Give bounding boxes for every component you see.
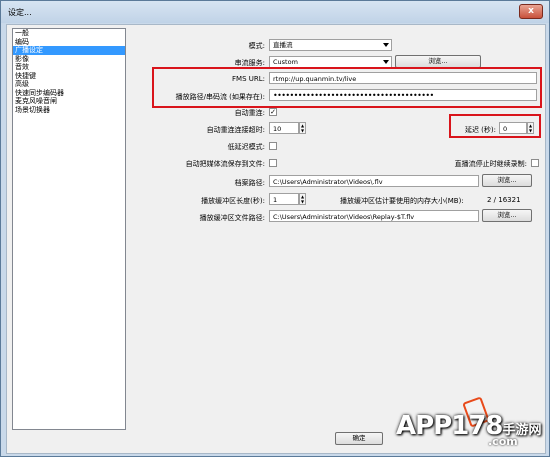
replay-path-input[interactable]: C:\Users\Administrator\Videos\Replay-$T.…: [269, 210, 479, 222]
keep-recording-label: 直播流停止时继续录制:: [454, 160, 527, 168]
client-area: 一般 编码 广播设定 影像 音效 快捷键 高级 快速同步编码器 麦克风噪音闸 场…: [6, 24, 546, 454]
sidebar-item-general[interactable]: 一般: [13, 29, 125, 38]
archive-browse-button[interactable]: 浏览...: [482, 174, 532, 187]
keep-recording-checkbox[interactable]: [531, 159, 539, 167]
service-select-value: Custom: [273, 58, 298, 66]
ok-button[interactable]: 确定: [335, 432, 383, 445]
sidebar-item-encoding[interactable]: 编码: [13, 38, 125, 47]
watermark-main: APP178: [396, 411, 504, 441]
fms-url-input[interactable]: rtmp://up.quanmin.tv/live: [269, 72, 537, 84]
sidebar-item-video[interactable]: 影像: [13, 55, 125, 64]
auto-reconnect-label: 自动重连:: [234, 109, 265, 117]
delay-input[interactable]: 0: [499, 122, 527, 134]
chevron-down-icon: [383, 43, 389, 47]
save-to-file-label: 自动把媒体流保存到文件:: [185, 160, 265, 168]
replay-path-label: 播放缓冲区文件路径:: [199, 214, 265, 222]
mode-select-value: 直播流: [273, 41, 293, 49]
replay-memory-label: 播放缓冲区估计要使用的内存大小(MB):: [340, 197, 464, 205]
sidebar-item-noise-gate[interactable]: 麦克风噪音闸: [13, 97, 125, 106]
replay-memory-value: 2 / 16321: [487, 196, 521, 204]
replay-length-label: 播放缓冲区长度(秒):: [201, 197, 265, 205]
archive-path-label: 档案路径:: [234, 179, 265, 187]
low-latency-checkbox[interactable]: [269, 142, 277, 150]
down-arrow-icon[interactable]: ▼: [528, 128, 533, 133]
auto-reconnect-checkbox[interactable]: ✓: [269, 108, 277, 116]
delay-stepper[interactable]: ▲ ▼: [527, 122, 534, 134]
close-button[interactable]: x: [519, 4, 543, 19]
window-title: 设定...: [8, 8, 32, 17]
save-to-file-checkbox[interactable]: [269, 159, 277, 167]
mode-label: 模式:: [248, 42, 265, 50]
sidebar-item-audio[interactable]: 音效: [13, 63, 125, 72]
sidebar-item-quicksync[interactable]: 快速同步编码器: [13, 89, 125, 98]
sidebar-item-broadcast[interactable]: 广播设定: [13, 46, 125, 55]
replay-browse-button[interactable]: 浏览...: [482, 209, 532, 222]
replay-length-input[interactable]: 1: [269, 193, 299, 205]
watermark-domain: .com: [488, 435, 518, 448]
archive-path-input[interactable]: C:\Users\Administrator\Videos\.flv: [269, 175, 479, 187]
reconnect-timeout-stepper[interactable]: ▲ ▼: [299, 122, 306, 134]
settings-window: 设定... x 一般 编码 广播设定 影像 音效 快捷键 高级 快速同步编码器 …: [0, 0, 550, 457]
app178-watermark: APP178手游网 .com: [378, 393, 550, 457]
sidebar-item-scene-switcher[interactable]: 场景切换器: [13, 106, 125, 115]
sidebar-item-advanced[interactable]: 高级: [13, 80, 125, 89]
delay-label: 延迟 (秒):: [464, 126, 496, 134]
stream-key-label: 播放路径/串码流 (如果存在):: [175, 93, 265, 101]
settings-category-list[interactable]: 一般 编码 广播设定 影像 音效 快捷键 高级 快速同步编码器 麦克风噪音闸 场…: [12, 28, 126, 430]
reconnect-timeout-input[interactable]: 10: [269, 122, 299, 134]
fms-url-label: FMS URL:: [232, 75, 265, 83]
watermark-text: APP178手游网: [396, 411, 542, 441]
chevron-down-icon: [383, 60, 389, 64]
sidebar-item-hotkeys[interactable]: 快捷键: [13, 72, 125, 81]
down-arrow-icon[interactable]: ▼: [300, 199, 305, 204]
title-bar: 设定... x: [1, 1, 549, 23]
mode-select[interactable]: 直播流: [269, 39, 392, 51]
down-arrow-icon[interactable]: ▼: [300, 128, 305, 133]
stream-key-input[interactable]: •••••••••••••••••••••••••••••••••••••••: [269, 89, 537, 101]
reconnect-timeout-label: 自动重连连接超时:: [206, 126, 265, 134]
low-latency-label: 低延迟模式:: [227, 143, 265, 151]
replay-length-stepper[interactable]: ▲ ▼: [299, 193, 306, 205]
